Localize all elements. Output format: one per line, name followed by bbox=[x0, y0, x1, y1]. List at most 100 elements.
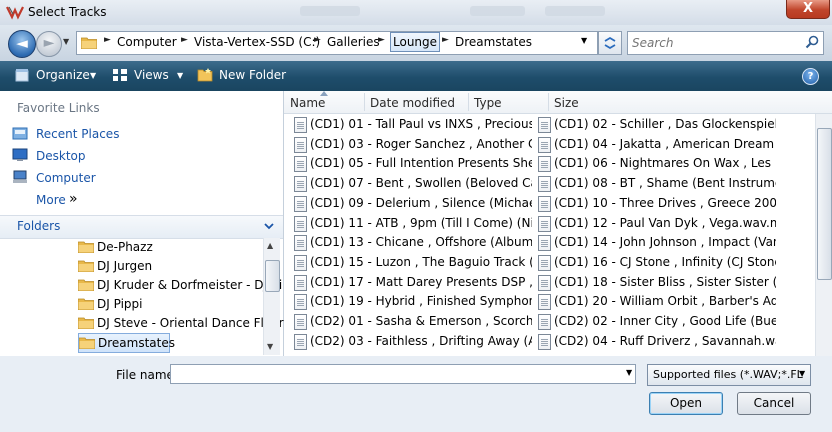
folder-tree-item-selected[interactable]: Dreamstates bbox=[78, 333, 175, 353]
file-list-item[interactable]: (CD1) 07 - Bent , Swollen (Beloved Café … bbox=[294, 174, 532, 193]
audio-file-icon bbox=[538, 117, 551, 133]
file-list-item[interactable]: (CD1) 11 - ATB , 9pm (Till I Come) (Nick… bbox=[294, 214, 532, 233]
new-folder-button[interactable]: New Folder bbox=[219, 68, 286, 82]
help-button[interactable]: ? bbox=[802, 68, 819, 85]
breadcrumb-galleries[interactable]: Galleries bbox=[327, 35, 380, 49]
back-button[interactable]: ◄ bbox=[8, 30, 36, 58]
audio-file-icon bbox=[294, 333, 307, 350]
folders-scrollbar[interactable]: ▲ ▼ bbox=[263, 238, 280, 355]
audio-file-icon bbox=[294, 294, 307, 311]
cancel-button[interactable]: Cancel bbox=[737, 392, 811, 415]
breadcrumb-drive[interactable]: Vista-Vertex-SSD (C:) bbox=[194, 35, 320, 49]
file-list-item[interactable]: (CD1) 20 - William Orbit , Barber's Adag… bbox=[538, 292, 776, 311]
file-name: (CD2) 03 - Faithless , Drifting Away (Al… bbox=[310, 333, 532, 348]
file-type-filter-select[interactable]: Supported files (*.WAV;*.FL ▼ bbox=[647, 364, 811, 386]
folder-icon bbox=[78, 260, 94, 272]
folder-tree-item[interactable]: DJ Pippi bbox=[78, 295, 262, 313]
close-button[interactable]: X bbox=[786, 0, 830, 19]
scroll-down-icon[interactable]: ▼ bbox=[267, 342, 273, 351]
breadcrumb-computer[interactable]: Computer bbox=[117, 35, 177, 49]
refresh-button[interactable] bbox=[598, 31, 622, 55]
file-list-item[interactable]: (CD1) 16 - CJ Stone , Infinity (CJ Stone… bbox=[538, 253, 776, 272]
scrollbar-thumb[interactable] bbox=[817, 128, 832, 280]
column-header-date-modified[interactable]: Date modified bbox=[370, 96, 455, 110]
file-list-item[interactable]: (CD1) 08 - BT , Shame (Bent Instrument..… bbox=[538, 174, 776, 193]
file-list-item[interactable]: (CD1) 14 - John Johnson , Impact (Van ..… bbox=[538, 233, 776, 252]
file-list-item[interactable]: (CD1) 12 - Paul Van Dyk , Vega.wav.mta bbox=[538, 214, 776, 233]
file-list-item[interactable]: (CD1) 13 - Chicane , Offshore (Album ... bbox=[294, 233, 532, 252]
sort-ascending-icon bbox=[320, 91, 328, 96]
file-name-field[interactable]: ▼ bbox=[170, 364, 636, 384]
forward-button[interactable]: ► bbox=[36, 31, 62, 57]
column-divider[interactable] bbox=[548, 93, 549, 111]
folder-tree-item[interactable]: DJ Steve - Oriental Dance Floor bbox=[78, 314, 284, 332]
views-button[interactable]: Views bbox=[134, 68, 169, 82]
file-list-scrollbar[interactable] bbox=[815, 114, 832, 356]
audio-file-icon bbox=[294, 195, 307, 212]
folder-tree-item[interactable]: De-Phazz bbox=[78, 238, 262, 256]
column-header-row: Name Date modified Type Size bbox=[284, 91, 832, 114]
file-list-item[interactable]: (CD1) 04 - Jakatta , American Dream (Af.… bbox=[538, 135, 776, 154]
column-header-type[interactable]: Type bbox=[474, 96, 502, 110]
breadcrumb-dreamstates[interactable]: Dreamstates bbox=[455, 35, 532, 49]
file-list-item[interactable]: (CD1) 17 - Matt Darey Presents DSP , Fr.… bbox=[294, 273, 532, 292]
folders-header[interactable]: Folders bbox=[0, 215, 283, 239]
file-list-item[interactable]: (CD1) 01 - Tall Paul vs INXS , Precious … bbox=[294, 115, 532, 134]
address-bar[interactable]: ► Computer ► Vista-Vertex-SSD (C:) ► Gal… bbox=[76, 31, 598, 55]
file-list-item[interactable]: (CD1) 18 - Sister Bliss , Sister Sister … bbox=[538, 273, 776, 292]
breadcrumb-separator-icon[interactable]: ► bbox=[378, 35, 385, 45]
file-list-item[interactable]: (CD1) 19 - Hybrid , Finished Symphony ..… bbox=[294, 292, 532, 311]
breadcrumb-separator-icon[interactable]: ► bbox=[442, 35, 449, 45]
folder-tree-item[interactable]: DJ Kruder & Dorfmeister - DJ-Ki bbox=[78, 276, 282, 294]
folder-name: DJ Kruder & Dorfmeister - DJ-Ki bbox=[97, 278, 283, 292]
folder-name: DJ Jurgen bbox=[97, 259, 153, 273]
file-list-item[interactable]: (CD1) 03 - Roger Sanchez , Another Cha..… bbox=[294, 135, 532, 154]
breadcrumb-separator-icon[interactable]: ► bbox=[314, 35, 321, 45]
organize-dropdown-icon[interactable]: ▼ bbox=[90, 71, 96, 80]
column-header-size[interactable]: Size bbox=[554, 96, 579, 110]
file-name: (CD1) 12 - Paul Van Dyk , Vega.wav.mta bbox=[554, 215, 776, 230]
more-chevron-icon[interactable]: » bbox=[69, 191, 78, 207]
folder-tree-item[interactable]: DJ Jurgen bbox=[78, 257, 262, 275]
audio-file-icon bbox=[294, 254, 307, 271]
column-divider[interactable] bbox=[364, 93, 365, 111]
file-list-item[interactable]: (CD1) 09 - Delerium , Silence (Michael W… bbox=[294, 194, 532, 213]
search-icon bbox=[805, 35, 819, 49]
file-list-item[interactable]: (CD1) 05 - Full Intention Presents Shena… bbox=[294, 154, 532, 173]
file-list-item[interactable]: (CD2) 01 - Sasha & Emerson , Scorchio (.… bbox=[294, 312, 532, 331]
file-list-item[interactable]: (CD2) 04 - Ruff Driverz , Savannah.wav..… bbox=[538, 332, 776, 351]
breadcrumb-lounge[interactable]: Lounge bbox=[390, 32, 441, 52]
file-name: (CD1) 15 - Luzon , The Baguio Track (Fl.… bbox=[310, 254, 532, 269]
column-header-name[interactable]: Name bbox=[290, 96, 325, 110]
file-name: (CD1) 05 - Full Intention Presents Shena… bbox=[310, 156, 532, 171]
audio-file-icon bbox=[294, 176, 307, 193]
favorite-link-computer[interactable]: Computer bbox=[36, 171, 96, 185]
file-name: (CD2) 04 - Ruff Driverz , Savannah.wav..… bbox=[554, 333, 776, 348]
more-links[interactable]: More bbox=[36, 193, 66, 207]
scrollbar-thumb[interactable] bbox=[265, 260, 280, 292]
breadcrumb-separator-icon[interactable]: ► bbox=[104, 35, 111, 45]
file-list-item[interactable]: (CD1) 10 - Three Drives , Greece 2000 (.… bbox=[538, 194, 776, 213]
file-list-item[interactable]: (CD1) 15 - Luzon , The Baguio Track (Fl.… bbox=[294, 253, 532, 272]
file-name: (CD1) 13 - Chicane , Offshore (Album ... bbox=[310, 235, 532, 250]
background-window-blur bbox=[470, 6, 525, 16]
file-name-dropdown-icon[interactable]: ▼ bbox=[626, 368, 632, 377]
recent-pages-dropdown[interactable]: ▼ bbox=[63, 37, 73, 49]
organize-button[interactable]: Organize bbox=[36, 68, 90, 82]
file-list-item[interactable]: (CD2) 02 - Inner City , Good Life (Buena… bbox=[538, 312, 776, 331]
file-name: (CD1) 14 - John Johnson , Impact (Van ..… bbox=[554, 235, 776, 250]
scroll-up-icon[interactable]: ▲ bbox=[267, 241, 273, 250]
views-dropdown-icon[interactable]: ▼ bbox=[177, 71, 183, 80]
search-input[interactable] bbox=[630, 34, 799, 52]
address-dropdown-icon[interactable]: ▼ bbox=[581, 36, 587, 45]
open-button[interactable]: Open bbox=[649, 392, 723, 415]
favorite-link-recent-places[interactable]: Recent Places bbox=[36, 127, 119, 141]
search-box[interactable] bbox=[627, 31, 824, 55]
breadcrumb-separator-icon[interactable]: ► bbox=[181, 35, 188, 45]
file-list-item[interactable]: (CD1) 02 - Schiller , Das Glockenspiel (… bbox=[538, 115, 776, 134]
file-name: (CD1) 07 - Bent , Swollen (Beloved Café … bbox=[310, 176, 532, 191]
favorite-link-desktop[interactable]: Desktop bbox=[36, 149, 86, 163]
file-list-item[interactable]: (CD2) 03 - Faithless , Drifting Away (Al… bbox=[294, 332, 532, 351]
column-divider[interactable] bbox=[468, 93, 469, 111]
file-list-item[interactable]: (CD1) 06 - Nightmares On Wax , Les Nui..… bbox=[538, 154, 776, 173]
